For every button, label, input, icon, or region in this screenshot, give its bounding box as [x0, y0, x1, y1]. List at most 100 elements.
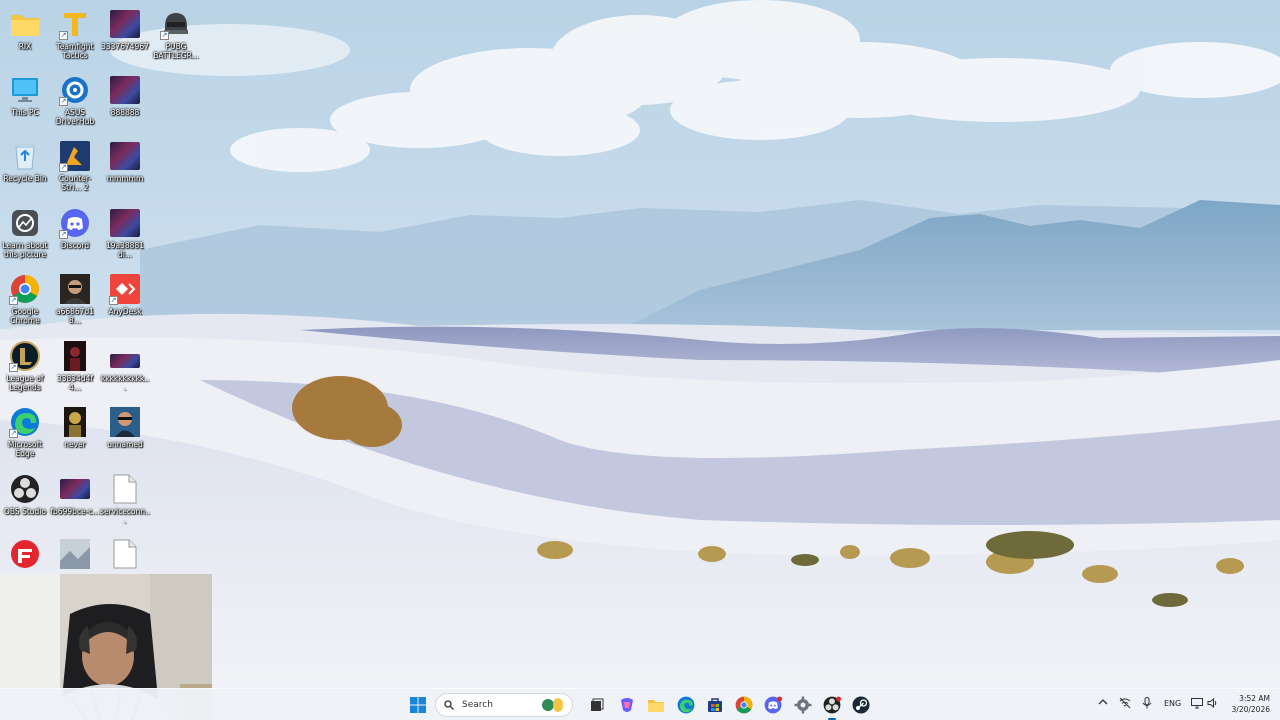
- chrome-icon: [735, 696, 753, 714]
- task-view-button[interactable]: [585, 693, 609, 717]
- shortcut-arrow-icon: ↗: [59, 31, 68, 40]
- desktop-icon-a66867d1[interactable]: a66867d1 8...: [50, 273, 100, 325]
- desktop-icon-teamfight-tactics[interactable]: ↗ Teamfight Tactics: [50, 8, 100, 60]
- desktop-icon-kkkkkkkkkk[interactable]: kkkkkkkkkk...: [100, 340, 150, 392]
- search-placeholder: Search: [462, 700, 493, 710]
- tray-microphone[interactable]: [1142, 697, 1152, 711]
- show-hidden-icons-button[interactable]: [1098, 697, 1108, 709]
- obs-icon: [9, 473, 41, 505]
- desktop-icon-label: never: [64, 440, 86, 449]
- file-explorer-button[interactable]: [644, 693, 668, 717]
- tray-network-status[interactable]: [1119, 697, 1131, 711]
- chrome-taskbar-button[interactable]: [732, 693, 756, 717]
- shortcut-arrow-icon: ↗: [9, 429, 18, 438]
- desktop-icon-label: RIX: [18, 42, 32, 51]
- desktop-icon-anydesk[interactable]: ↗ AnyDesk: [100, 273, 150, 316]
- copilot-button[interactable]: [615, 693, 639, 717]
- desktop-icon-label: Teamfight Tactics: [56, 42, 94, 60]
- chevron-up-icon: [1098, 699, 1108, 705]
- shortcut-arrow-icon: ↗: [109, 296, 118, 305]
- anydesk-icon: ↗: [109, 273, 141, 305]
- asus-driverhub-icon: ↗: [59, 74, 91, 106]
- start-icon: [410, 697, 426, 713]
- desktop-icon-label: Learn about this picture: [2, 241, 48, 259]
- store-button[interactable]: [703, 693, 727, 717]
- desktop-icon-19a38881[interactable]: 19a38881 di...: [100, 207, 150, 259]
- desktop-icon-image[interactable]: [50, 538, 100, 572]
- desktop-icon-microsoft-edge[interactable]: ↗ Microsoft Edge: [0, 406, 50, 458]
- search-icon: [444, 700, 454, 710]
- pubg-icon: ↗: [160, 8, 192, 40]
- desktop-icon-this-pc[interactable]: This PC: [0, 74, 50, 117]
- desktop-icon-league-of-legends[interactable]: ↗ League of Legends: [0, 340, 50, 392]
- image-file-icon: [109, 207, 141, 239]
- obs-icon: [823, 696, 841, 714]
- desktop-icon-label: This PC: [11, 108, 39, 117]
- desktop-icon-label: League of Legends: [6, 374, 44, 392]
- steam-icon: [852, 696, 870, 714]
- desktop-icon-unnamed[interactable]: unnamed: [100, 406, 150, 449]
- image-file-icon: [109, 340, 141, 372]
- desktop-icon-recycle-bin[interactable]: Recycle Bin: [0, 140, 50, 183]
- desktop-icon-counter-strike[interactable]: ↗ Counter-Stri... 2: [50, 140, 100, 192]
- desktop-icon-label: 3337674967: [101, 42, 149, 51]
- taskbar: Search ENG 3:52 AM 3/20/2026: [0, 688, 1280, 720]
- blank-file-icon: [109, 538, 141, 570]
- desktop-icon-obs-studio[interactable]: OBS Studio: [0, 473, 50, 516]
- desktop-icon-33834d4f[interactable]: 33834d4f 4...: [50, 340, 100, 392]
- volume-icon: [1207, 697, 1217, 709]
- desktop-icon-mmmmm[interactable]: mmmmm: [100, 140, 150, 183]
- tray-monitor[interactable]: [1191, 697, 1203, 711]
- photo-file-icon: [59, 340, 91, 372]
- network-off-icon: [1119, 697, 1131, 709]
- copilot-icon: [621, 698, 633, 712]
- desktop-icon-serviceconn[interactable]: serviceconn...: [100, 473, 150, 525]
- taskbar-clock[interactable]: 3:52 AM 3/20/2026: [1226, 693, 1270, 715]
- desktop-icon-label: mmmmm: [106, 174, 144, 183]
- tray-volume[interactable]: [1207, 697, 1219, 711]
- desktop-icon-discord[interactable]: ↗ Discord: [50, 207, 100, 250]
- desktop-icon-rix[interactable]: RIX: [0, 8, 50, 51]
- photo-file-icon: [59, 273, 91, 305]
- shortcut-arrow-icon: ↗: [160, 31, 169, 40]
- shortcut-arrow-icon: ↗: [59, 97, 68, 106]
- desktop-icon-google-chrome[interactable]: ↗ Google Chrome: [0, 273, 50, 325]
- desktop-icon-label: Discord: [60, 241, 90, 250]
- image-file-icon: [59, 538, 91, 570]
- obs-taskbar-button[interactable]: [820, 693, 844, 720]
- file-explorer-icon: [648, 700, 664, 712]
- edge-taskbar-button[interactable]: [674, 693, 698, 717]
- image-file-icon: [109, 74, 141, 106]
- recycle-bin-icon: [9, 140, 41, 172]
- discord-taskbar-button[interactable]: [761, 693, 785, 717]
- desktop-icon-label: a66867d1 8...: [56, 307, 94, 325]
- desktop-icon-blank-file[interactable]: [100, 538, 150, 572]
- desktop-icon-label: OBS Studio: [4, 507, 46, 516]
- desktop-icon-faceit[interactable]: [0, 538, 50, 572]
- start-button[interactable]: [406, 693, 430, 717]
- league-of-legends-icon: ↗: [9, 340, 41, 372]
- photo-file-icon: [59, 406, 91, 438]
- clock-time: 3:52 AM: [1239, 694, 1270, 703]
- counter-strike-icon: ↗: [59, 140, 91, 172]
- steam-button[interactable]: [849, 693, 873, 717]
- desktop-icon-label: 33834d4f 4...: [56, 374, 94, 392]
- desktop-icon-learn-about-this-picture[interactable]: Learn about this picture: [0, 207, 50, 259]
- desktop-icon-label: unnamed: [107, 440, 143, 449]
- desktop-icon-3337674967[interactable]: 3337674967: [100, 8, 150, 51]
- language-indicator[interactable]: ENG: [1164, 699, 1181, 708]
- desktop-icon-label: Microsoft Edge: [7, 440, 43, 458]
- settings-button[interactable]: [791, 693, 815, 717]
- desktop-icon-asus-driverhub[interactable]: ↗ ASUS DriverHub: [50, 74, 100, 126]
- taskbar-search-box[interactable]: Search: [435, 693, 573, 717]
- faceit-icon: [9, 538, 41, 570]
- image-file-icon: [109, 8, 141, 40]
- shortcut-arrow-icon: ↗: [9, 363, 18, 372]
- desktop-icon-fb699bce[interactable]: fb699bce-c...: [50, 473, 100, 516]
- desktop-icon-label: fb699bce-c...: [50, 507, 100, 516]
- desktop-icon-888888[interactable]: 888888: [100, 74, 150, 117]
- image-file-icon: [59, 473, 91, 505]
- discord-icon: [764, 696, 782, 714]
- desktop-icon-pubg[interactable]: ↗ PUBG BATTLEGR...: [151, 8, 201, 60]
- desktop-icon-never[interactable]: never: [50, 406, 100, 449]
